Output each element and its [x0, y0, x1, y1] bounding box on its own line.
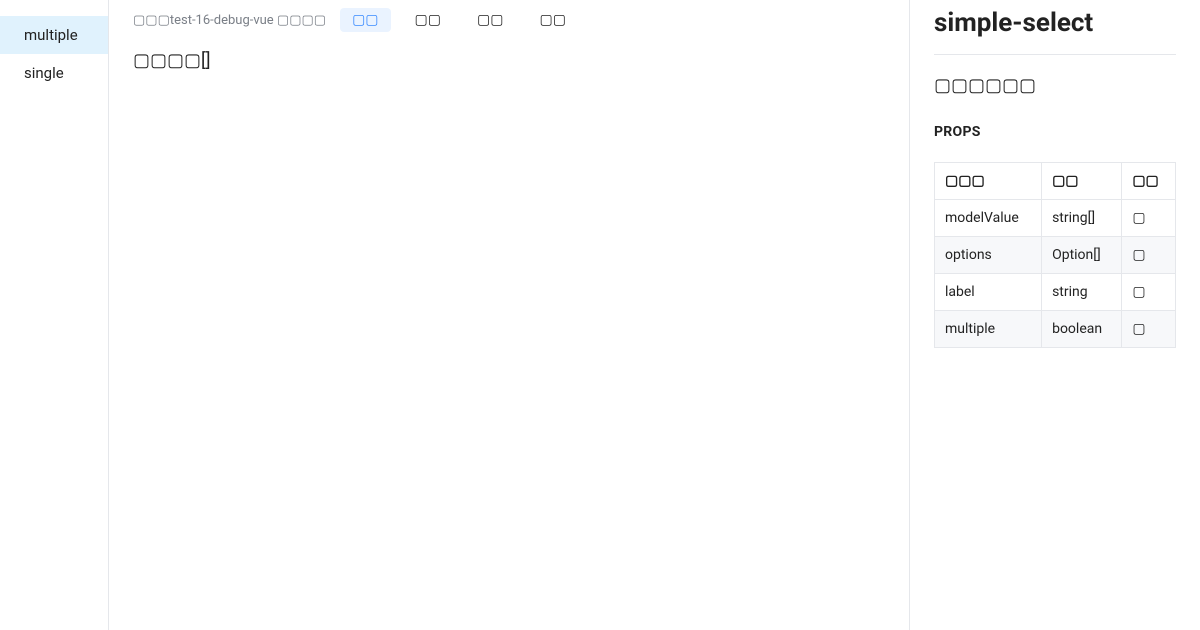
table-header-type: ▢▢	[1042, 163, 1122, 200]
prop-note: ▢	[1122, 237, 1176, 274]
table-row: modelValue string[] ▢	[935, 200, 1176, 237]
tab-1[interactable]: ▢▢	[403, 8, 453, 32]
prop-name: options	[935, 237, 1042, 274]
props-table: ▢▢▢ ▢▢ ▢▢ modelValue string[] ▢ options …	[934, 162, 1176, 348]
breadcrumb: ▢▢▢test-16-debug-vue ▢▢▢▢	[133, 13, 326, 28]
prop-type: boolean	[1042, 311, 1122, 348]
result-value: []	[201, 50, 211, 71]
prop-type: string	[1042, 274, 1122, 311]
sidebar-item-multiple[interactable]: multiple	[0, 16, 108, 54]
table-header-note: ▢▢	[1122, 163, 1176, 200]
sidebar-item-label: single	[24, 64, 64, 82]
prop-name: label	[935, 274, 1042, 311]
sidebar-item-label: multiple	[24, 26, 78, 44]
tabs: ▢▢ ▢▢ ▢▢ ▢▢	[340, 8, 578, 32]
tab-2[interactable]: ▢▢	[465, 8, 515, 32]
table-header-name: ▢▢▢	[935, 163, 1042, 200]
prop-name: multiple	[935, 311, 1042, 348]
main-panel: ▢▢▢test-16-debug-vue ▢▢▢▢ ▢▢ ▢▢ ▢▢ ▢▢ ▢▢…	[109, 0, 909, 630]
sidebar: multiple single	[0, 0, 108, 630]
sidebar-item-single[interactable]: single	[0, 54, 108, 92]
prop-type: string[]	[1042, 200, 1122, 237]
table-row: options Option[] ▢	[935, 237, 1176, 274]
horizontal-rule	[934, 54, 1176, 55]
result-prefix: ▢▢▢▢	[133, 50, 201, 71]
prop-name: modelValue	[935, 200, 1042, 237]
breadcrumb-row: ▢▢▢test-16-debug-vue ▢▢▢▢ ▢▢ ▢▢ ▢▢ ▢▢	[133, 8, 885, 32]
prop-note: ▢	[1122, 311, 1176, 348]
page-title: simple-select	[934, 8, 1176, 38]
tab-3[interactable]: ▢▢	[527, 8, 577, 32]
props-heading: PROPS	[934, 124, 1176, 140]
right-panel: simple-select ▢▢▢▢▢▢ PROPS ▢▢▢ ▢▢ ▢▢ mod…	[910, 0, 1200, 630]
table-row: multiple boolean ▢	[935, 311, 1176, 348]
prop-note: ▢	[1122, 200, 1176, 237]
table-header-row: ▢▢▢ ▢▢ ▢▢	[935, 163, 1176, 200]
table-row: label string ▢	[935, 274, 1176, 311]
tab-0[interactable]: ▢▢	[340, 8, 390, 32]
result-line: ▢▢▢▢[]	[133, 50, 885, 71]
subtitle: ▢▢▢▢▢▢	[934, 75, 1176, 96]
prop-note: ▢	[1122, 274, 1176, 311]
prop-type: Option[]	[1042, 237, 1122, 274]
